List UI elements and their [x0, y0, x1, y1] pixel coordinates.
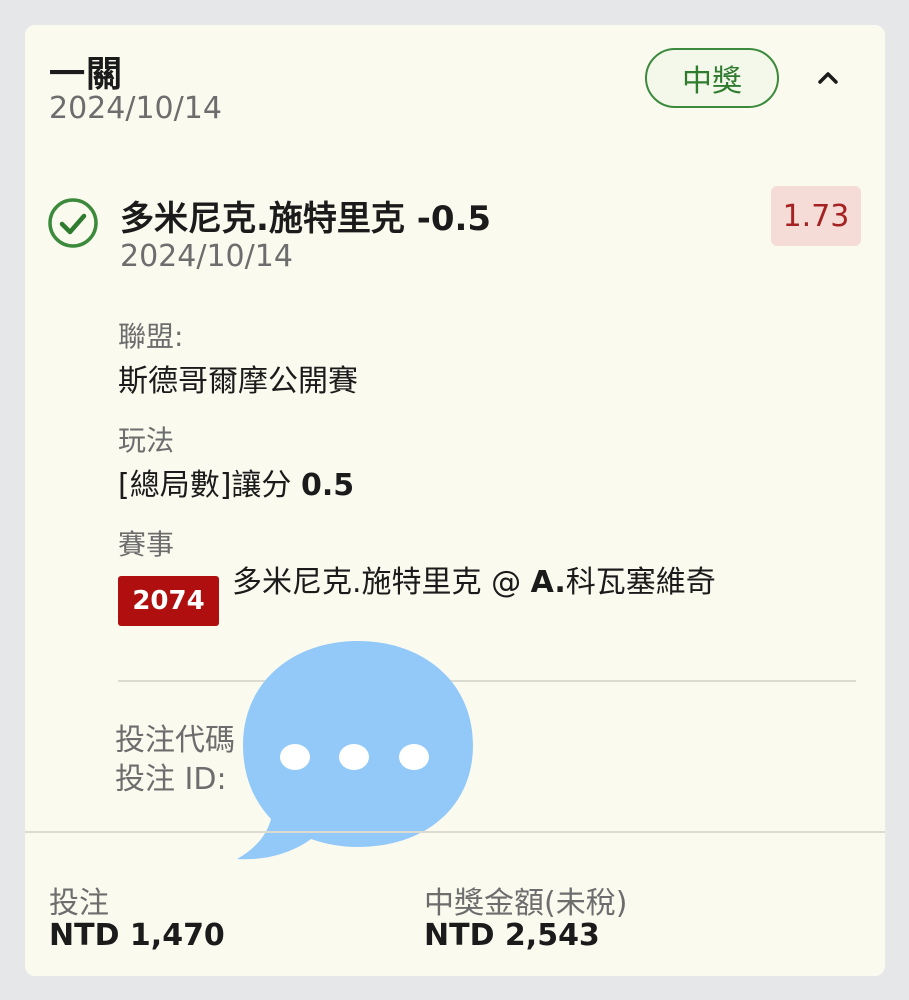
payout-label: 中獎金額(未稅): [424, 886, 628, 921]
event-id-tag: 2074: [118, 576, 219, 626]
bet-id-label: 投注 ID:: [115, 762, 227, 797]
payout-value: NTD 2,543: [424, 918, 600, 953]
divider: [118, 680, 856, 682]
divider: [25, 831, 885, 833]
event-name: 多米尼克.施特里克 @ A.科瓦塞維奇: [232, 563, 772, 603]
stake-label: 投注: [49, 886, 109, 921]
bet-code-label: 投注代碼: [115, 723, 235, 758]
event-home: 多米尼克.施特里克 @: [232, 565, 531, 600]
bet-date: 2024/10/14: [49, 91, 222, 126]
league-label: 聯盟:: [118, 320, 184, 353]
selection-title: 多米尼克.施特里克 -0.5: [120, 199, 492, 239]
chevron-up-icon[interactable]: [813, 63, 843, 93]
market-label: 玩法: [118, 424, 175, 457]
bet-card: 一關 2024/10/14 中獎 多米尼克.施特里克 -0.5 2024/10/…: [25, 25, 885, 976]
status-badge: 中獎: [645, 48, 779, 108]
event-away: 科瓦塞維奇: [565, 565, 716, 600]
event-away-initial: A.: [530, 565, 566, 600]
selection-date: 2024/10/14: [120, 239, 293, 274]
odds-badge: 1.73: [771, 186, 861, 246]
market-value: [總局數]讓分 0.5: [118, 460, 354, 504]
stake-value: NTD 1,470: [49, 918, 225, 953]
market-prefix: [總局數]讓分: [118, 468, 301, 503]
event-label: 賽事: [118, 528, 175, 561]
market-line: 0.5: [300, 468, 355, 503]
league-value: 斯德哥爾摩公開賽: [118, 364, 358, 399]
check-circle-icon: [47, 197, 99, 249]
bet-type-title: 一關: [49, 54, 124, 95]
